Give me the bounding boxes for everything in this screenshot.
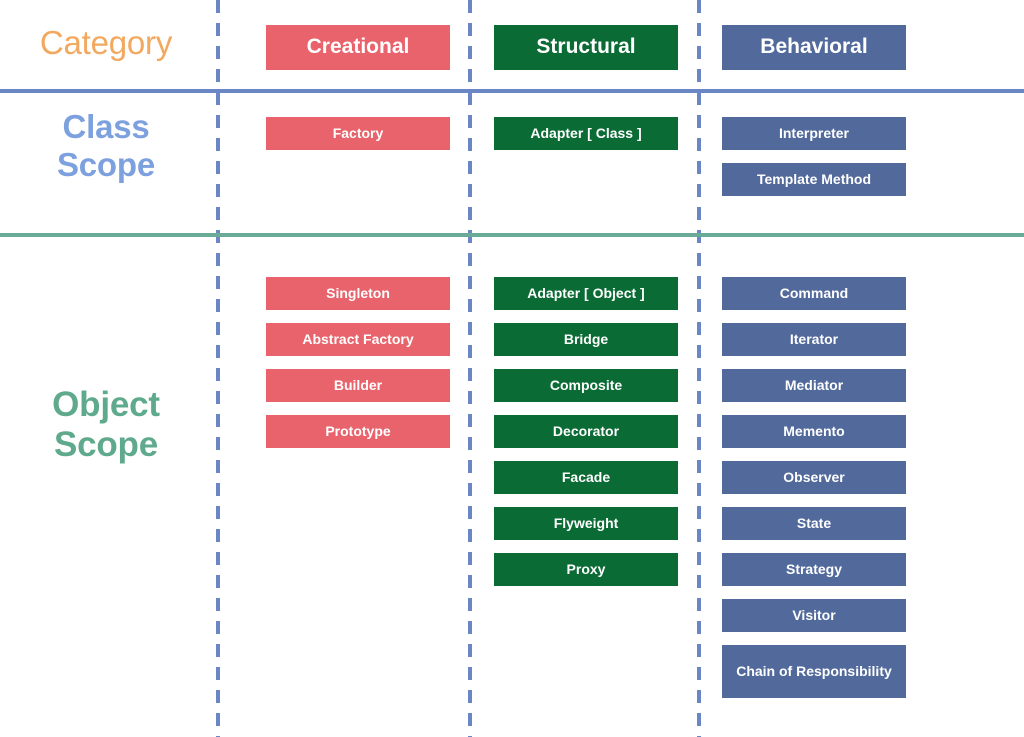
- column-header-creational: Creational: [266, 25, 450, 70]
- class-scope-structural-list: Adapter [ Class ]: [494, 117, 678, 163]
- column-header-structural: Structural: [494, 25, 678, 70]
- class-object-scope-divider: [0, 233, 1024, 237]
- object-scope-creational-list: Singleton Abstract Factory Builder Proto…: [266, 277, 450, 461]
- column-divider-1: [216, 0, 220, 737]
- pattern-box[interactable]: Adapter [ Class ]: [494, 117, 678, 150]
- class-scope-behavioral-list: Interpreter Template Method: [722, 117, 906, 209]
- pattern-box[interactable]: Iterator: [722, 323, 906, 356]
- pattern-box[interactable]: Composite: [494, 369, 678, 402]
- column-divider-2: [468, 0, 472, 737]
- pattern-box[interactable]: Observer: [722, 461, 906, 494]
- category-header-behavioral[interactable]: Behavioral: [722, 25, 906, 70]
- pattern-box[interactable]: Facade: [494, 461, 678, 494]
- pattern-box[interactable]: Interpreter: [722, 117, 906, 150]
- pattern-box[interactable]: Mediator: [722, 369, 906, 402]
- row-label-class-scope-line1: Class: [62, 108, 150, 145]
- pattern-box[interactable]: Flyweight: [494, 507, 678, 540]
- object-scope-behavioral-list: Command Iterator Mediator Memento Observ…: [722, 277, 906, 711]
- pattern-box[interactable]: Decorator: [494, 415, 678, 448]
- row-label-class-scope: Class Scope: [0, 108, 212, 183]
- column-divider-3: [697, 0, 701, 737]
- column-header-behavioral: Behavioral: [722, 25, 906, 70]
- row-label-object-scope-line1: Object: [52, 385, 160, 424]
- row-label-object-scope-line2: Scope: [53, 424, 159, 464]
- pattern-box[interactable]: Singleton: [266, 277, 450, 310]
- pattern-box[interactable]: Template Method: [722, 163, 906, 196]
- pattern-box[interactable]: Proxy: [494, 553, 678, 586]
- pattern-box[interactable]: Prototype: [266, 415, 450, 448]
- pattern-box[interactable]: Command: [722, 277, 906, 310]
- pattern-box[interactable]: Strategy: [722, 553, 906, 586]
- category-scope-divider: [0, 89, 1024, 93]
- pattern-box[interactable]: Builder: [266, 369, 450, 402]
- pattern-box[interactable]: Adapter [ Object ]: [494, 277, 678, 310]
- pattern-box[interactable]: Memento: [722, 415, 906, 448]
- design-patterns-matrix: Category Class Scope Object Scope Creati…: [0, 0, 1024, 737]
- pattern-box[interactable]: Visitor: [722, 599, 906, 632]
- row-label-class-scope-line2: Scope: [56, 145, 156, 183]
- class-scope-creational-list: Factory: [266, 117, 450, 163]
- pattern-box[interactable]: Factory: [266, 117, 450, 150]
- pattern-box[interactable]: State: [722, 507, 906, 540]
- row-label-object-scope: Object Scope: [0, 385, 212, 465]
- pattern-box[interactable]: Abstract Factory: [266, 323, 450, 356]
- category-header-structural[interactable]: Structural: [494, 25, 678, 70]
- category-header-creational[interactable]: Creational: [266, 25, 450, 70]
- pattern-box[interactable]: Chain of Responsibility: [722, 645, 906, 698]
- row-label-category: Category: [39, 24, 173, 61]
- object-scope-structural-list: Adapter [ Object ] Bridge Composite Deco…: [494, 277, 678, 599]
- pattern-box[interactable]: Bridge: [494, 323, 678, 356]
